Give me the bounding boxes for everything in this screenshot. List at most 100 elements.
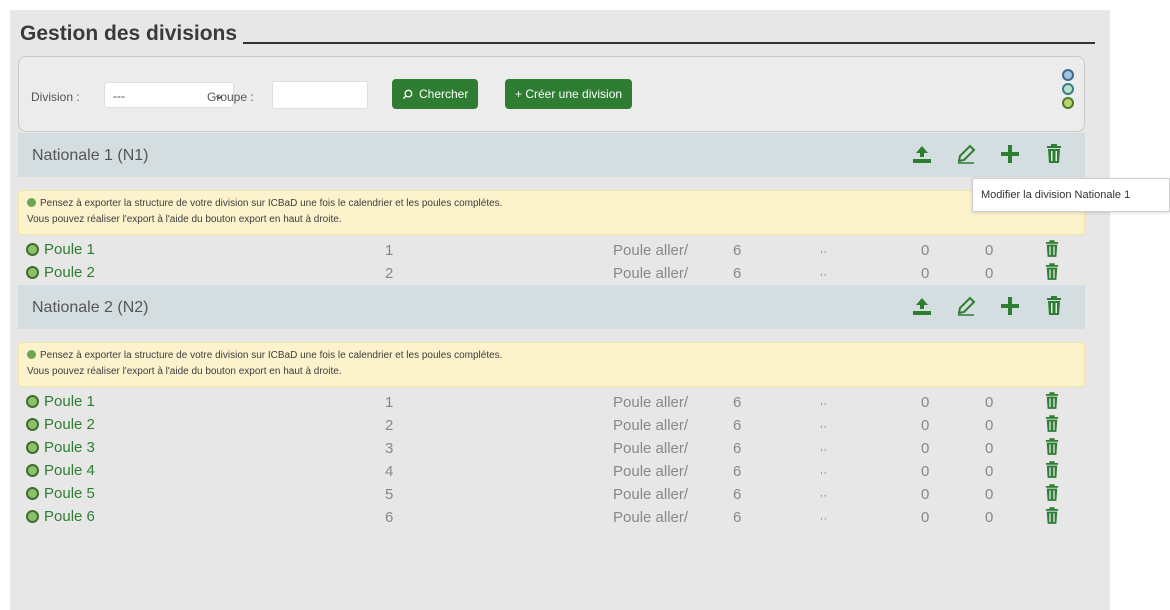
status-ball-icon: [26, 395, 39, 408]
poule-value-1: 0: [921, 265, 930, 282]
poule-number: 2: [385, 417, 394, 434]
poule-row: Poule 1 1 Poule aller/ 6 ,, 0 0: [18, 239, 1085, 262]
poule-type: Poule aller/: [613, 394, 689, 411]
status-ball-icon: [26, 243, 39, 256]
poule-team-count: 6: [733, 394, 742, 411]
poule-number: 6: [385, 509, 394, 526]
status-ball-icon: [26, 510, 39, 523]
edit-division-tooltip: Modifier la division Nationale 1: [972, 178, 1170, 212]
poule-type: Poule aller/: [613, 265, 689, 282]
poule-dates: ,,: [820, 244, 828, 255]
export-upload-icon[interactable]: [909, 141, 935, 167]
poule-link[interactable]: Poule 4: [26, 462, 95, 479]
search-icon: [402, 89, 413, 99]
export-warning: Pensez à exporter la structure de votre …: [18, 342, 1085, 387]
export-upload-icon[interactable]: [909, 293, 935, 319]
warning-line-2: Vous pouvez réaliser l'export à l'aide d…: [27, 366, 342, 377]
divisions-panel: Gestion des divisions Division : --- ⌄ G…: [10, 10, 1110, 610]
poule-dates: ,,: [820, 419, 828, 430]
poule-number: 2: [385, 265, 394, 282]
status-ball-icon: [26, 266, 39, 279]
division-label: Division :: [31, 90, 80, 104]
warning-line-2: Vous pouvez réaliser l'export à l'aide d…: [27, 214, 342, 225]
poule-dates: ,,: [820, 267, 828, 278]
poule-team-count: 6: [733, 265, 742, 282]
poule-row: Poule 2 2 Poule aller/ 6 ,, 0 0: [18, 262, 1085, 285]
delete-poule-trash-icon[interactable]: [1045, 415, 1059, 437]
create-division-button[interactable]: + Créer une division: [505, 79, 633, 109]
poule-row: Poule 5 5 Poule aller/ 6 ,, 0 0: [18, 483, 1085, 506]
poule-value-1: 0: [921, 463, 930, 480]
poule-number: 4: [385, 463, 394, 480]
poule-value-2: 0: [985, 417, 994, 434]
poule-link[interactable]: Poule 1: [26, 241, 95, 258]
poule-row: Poule 4 4 Poule aller/ 6 ,, 0 0: [18, 460, 1085, 483]
info-dot-icon: [27, 198, 36, 207]
delete-poule-trash-icon[interactable]: [1045, 438, 1059, 460]
search-button[interactable]: Chercher: [392, 79, 479, 109]
division-header: Nationale 2 (N2): [18, 285, 1085, 329]
delete-poule-trash-icon[interactable]: [1045, 263, 1059, 285]
add-plus-icon[interactable]: [997, 293, 1023, 319]
poule-dates: ,,: [820, 511, 828, 522]
delete-trash-icon[interactable]: [1041, 141, 1067, 167]
poule-value-2: 0: [985, 486, 994, 503]
add-plus-icon[interactable]: [997, 141, 1023, 167]
status-ball-icon: [26, 487, 39, 500]
poule-type: Poule aller/: [613, 417, 689, 434]
info-dot-icon: [27, 350, 36, 359]
status-ball-icon: [26, 418, 39, 431]
delete-poule-trash-icon[interactable]: [1045, 461, 1059, 483]
division-select-value: ---: [113, 89, 125, 103]
delete-poule-trash-icon[interactable]: [1045, 240, 1059, 262]
poule-type: Poule aller/: [613, 463, 689, 480]
poule-row: Poule 1 1 Poule aller/ 6 ,, 0 0: [18, 391, 1085, 414]
poule-row: Poule 2 2 Poule aller/ 6 ,, 0 0: [18, 414, 1085, 437]
poule-link[interactable]: Poule 6: [26, 508, 95, 525]
division-actions: [909, 293, 1067, 319]
poule-type: Poule aller/: [613, 242, 689, 259]
delete-poule-trash-icon[interactable]: [1045, 392, 1059, 414]
poule-value-1: 0: [921, 242, 930, 259]
poule-value-1: 0: [921, 486, 930, 503]
poule-link[interactable]: Poule 2: [26, 416, 95, 433]
edit-pencil-icon[interactable]: [953, 293, 979, 319]
poule-team-count: 6: [733, 486, 742, 503]
poule-team-count: 6: [733, 242, 742, 259]
delete-poule-trash-icon[interactable]: [1045, 484, 1059, 506]
delete-trash-icon[interactable]: [1041, 293, 1067, 319]
legend-balls-icon: [1062, 69, 1076, 117]
poule-dates: ,,: [820, 396, 828, 407]
poule-link[interactable]: Poule 3: [26, 439, 95, 456]
poule-number: 1: [385, 394, 394, 411]
poule-dates: ,,: [820, 488, 828, 499]
poule-value-1: 0: [921, 394, 930, 411]
poule-type: Poule aller/: [613, 486, 689, 503]
warning-line-1: Pensez à exporter la structure de votre …: [27, 348, 1076, 364]
poule-value-2: 0: [985, 394, 994, 411]
poule-dates: ,,: [820, 465, 828, 476]
groupe-label: Groupe :: [207, 90, 254, 104]
poule-value-2: 0: [985, 440, 994, 457]
poule-value-2: 0: [985, 242, 994, 259]
poule-link[interactable]: Poule 5: [26, 485, 95, 502]
delete-poule-trash-icon[interactable]: [1045, 507, 1059, 529]
division-name: Nationale 1 (N1): [32, 147, 149, 164]
poule-team-count: 6: [733, 509, 742, 526]
warning-line-1: Pensez à exporter la structure de votre …: [27, 196, 1076, 212]
division-name: Nationale 2 (N2): [32, 299, 149, 316]
title-row: Gestion des divisions: [20, 20, 1095, 50]
poule-number: 1: [385, 242, 394, 259]
poule-row: Poule 6 6 Poule aller/ 6 ,, 0 0: [18, 506, 1085, 529]
poule-link[interactable]: Poule 1: [26, 393, 95, 410]
poule-row: Poule 3 3 Poule aller/ 6 ,, 0 0: [18, 437, 1085, 460]
division-header: Nationale 1 (N1): [18, 133, 1085, 177]
poule-type: Poule aller/: [613, 509, 689, 526]
poule-value-2: 0: [985, 509, 994, 526]
groupe-input[interactable]: [272, 81, 368, 109]
poule-link[interactable]: Poule 2: [26, 264, 95, 281]
edit-pencil-icon[interactable]: [953, 141, 979, 167]
poule-value-1: 0: [921, 509, 930, 526]
poule-number: 5: [385, 486, 394, 503]
poule-dates: ,,: [820, 442, 828, 453]
